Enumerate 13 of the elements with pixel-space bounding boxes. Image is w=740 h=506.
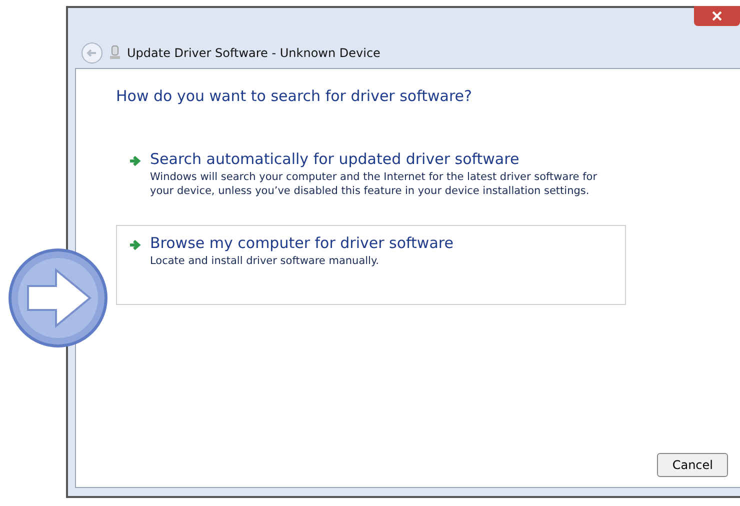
option-link[interactable]: Browse my computer for driver software Locate and install driver software manually.: [116, 225, 626, 306]
cancel-button[interactable]: Cancel: [657, 453, 728, 477]
option-description: Locate and install driver software manually.: [150, 254, 380, 269]
option-title: Search automatically for updated driver software: [150, 150, 520, 168]
close-icon: [712, 11, 722, 21]
window-title: Update Driver Software - Unknown Device: [127, 46, 380, 60]
arrow-icon: [129, 239, 142, 252]
heading: How do you want to search for driver software?: [116, 87, 473, 105]
option-title: Browse my computer for driver software: [150, 234, 454, 252]
arrow-icon: [129, 155, 142, 167]
option-description: Windows will search your computer and the Internet for the latest driver software for your device, unless you’ve disabled this feature in your device installation settings.: [150, 170, 598, 198]
device-icon: [109, 45, 121, 61]
close-button[interactable]: [694, 6, 740, 26]
